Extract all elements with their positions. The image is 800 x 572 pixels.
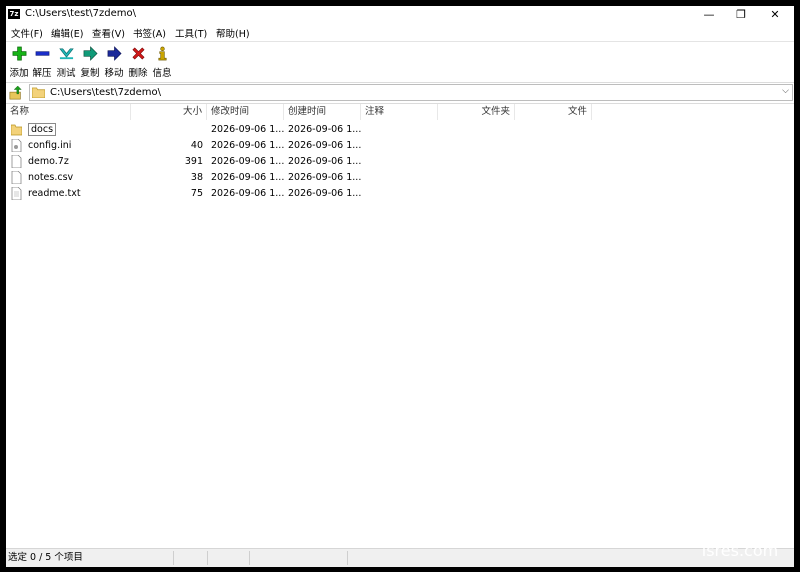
status-section (174, 551, 208, 565)
column-header-size[interactable]: 大小 (131, 104, 207, 120)
copy-icon (83, 46, 98, 61)
file-icon (11, 155, 22, 168)
file-created: 2026-09-06 1... (288, 124, 361, 135)
add-icon (12, 46, 27, 61)
folder-icon (32, 87, 45, 98)
maximize-button[interactable]: ❐ (724, 6, 758, 24)
menu-bar: 文件(F) 编辑(E) 查看(V) 书签(A) 工具(T) 帮助(H) (6, 25, 794, 41)
info-label: 信息 (152, 68, 172, 79)
status-section (208, 551, 250, 565)
file-modified: 2026-09-06 1... (211, 140, 284, 151)
table-row[interactable]: docs 2026-09-06 1... 2026-09-06 1... (6, 122, 606, 138)
watermark-line1: 爱思考吧 (700, 519, 780, 543)
folder-icon (11, 124, 22, 136)
list-header: 名称 大小 修改时间 创建时间 注释 文件夹 文件 (6, 104, 794, 120)
file-size: 75 (190, 188, 203, 199)
file-modified: 2026-09-06 1... (211, 188, 284, 199)
menu-edit[interactable]: 编辑(E) (51, 26, 83, 40)
menu-tools[interactable]: 工具(T) (175, 26, 207, 40)
column-header-comment[interactable]: 注释 (361, 104, 438, 120)
file-list: 名称 大小 修改时间 创建时间 注释 文件夹 文件 docs 2026-09-0… (6, 103, 794, 549)
watermark-line2: isres.com (701, 541, 779, 560)
delete-icon (132, 47, 145, 60)
file-name: config.ini (28, 140, 72, 151)
table-row[interactable]: notes.csv 38 2026-09-06 1... 2026-09-06 … (6, 170, 606, 186)
menu-help[interactable]: 帮助(H) (216, 26, 250, 40)
close-button[interactable]: ✕ (758, 6, 792, 24)
column-header-folders[interactable]: 文件夹 (438, 104, 515, 120)
file-created: 2026-09-06 1... (288, 172, 361, 183)
address-row: C:\Users\test\7zdemo\ ⌵ (6, 82, 794, 103)
file-size: 38 (190, 172, 203, 183)
file-created: 2026-09-06 1... (288, 188, 361, 199)
file-icon (11, 171, 22, 184)
test-icon (59, 48, 74, 60)
status-section (250, 551, 348, 565)
table-row[interactable]: config.ini 40 2026-09-06 1... 2026-09-06… (6, 138, 606, 154)
info-button[interactable]: 信息 (150, 44, 174, 80)
menu-view[interactable]: 查看(V) (92, 26, 125, 40)
column-header-files[interactable]: 文件 (515, 104, 592, 120)
text-file-icon (11, 187, 22, 200)
column-header-created[interactable]: 创建时间 (284, 104, 361, 120)
file-name: docs (24, 122, 131, 138)
file-name-text: docs (28, 123, 57, 136)
file-name: demo.7z (28, 156, 69, 167)
info-icon (158, 46, 167, 61)
file-modified: 2026-09-06 1... (211, 124, 284, 135)
toolbar: 添加 解压 测试 复制 移动 删除 信息 (6, 41, 794, 82)
file-modified: 2026-09-06 1... (211, 172, 284, 183)
status-selection: 选定 0 / 5 个项目 (6, 551, 174, 565)
menu-file[interactable]: 文件(F) (11, 26, 43, 40)
extract-icon (35, 51, 50, 56)
table-row[interactable]: readme.txt 75 2026-09-06 1... 2026-09-06… (6, 186, 606, 202)
file-size: 391 (184, 156, 203, 167)
file-created: 2026-09-06 1... (288, 156, 361, 167)
address-path: C:\Users\test\7zdemo\ (50, 87, 162, 98)
file-name: readme.txt (28, 188, 81, 199)
file-created: 2026-09-06 1... (288, 140, 361, 151)
settings-file-icon (11, 139, 22, 152)
column-header-modified[interactable]: 修改时间 (207, 104, 284, 120)
title-bar[interactable]: 7z C:\Users\test\7zdemo\ — ❐ ✕ (6, 6, 794, 24)
app-window: 7z C:\Users\test\7zdemo\ — ❐ ✕ 文件(F) 编辑(… (6, 6, 794, 567)
window-title: C:\Users\test\7zdemo\ (25, 8, 137, 19)
chevron-down-icon[interactable]: ⌵ (782, 86, 789, 96)
move-icon (107, 46, 122, 61)
minimize-button[interactable]: — (692, 6, 726, 24)
app-icon: 7z (8, 9, 20, 19)
file-modified: 2026-09-06 1... (211, 156, 284, 167)
column-header-name[interactable]: 名称 (6, 104, 131, 120)
status-bar: 选定 0 / 5 个项目 (6, 548, 794, 567)
address-input[interactable]: C:\Users\test\7zdemo\ ⌵ (29, 84, 793, 101)
up-folder-icon[interactable] (9, 86, 23, 100)
watermark: 爱思考吧 isres.com (700, 520, 780, 560)
file-size: 40 (190, 140, 203, 151)
table-row[interactable]: demo.7z 391 2026-09-06 1... 2026-09-06 1… (6, 154, 606, 170)
file-name: notes.csv (28, 172, 74, 183)
file-size (131, 122, 207, 138)
menu-bookmarks[interactable]: 书签(A) (133, 26, 166, 40)
